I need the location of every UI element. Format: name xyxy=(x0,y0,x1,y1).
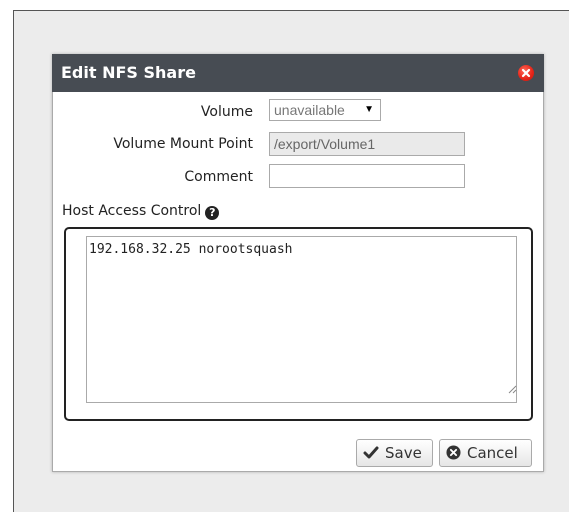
volume-label: Volume xyxy=(200,104,253,120)
comment-field[interactable] xyxy=(269,164,465,188)
host-access-control-label: Host Access Control? xyxy=(62,202,220,220)
edit-nfs-share-dialog: Edit NFS Share Volume unavailable ▼ Volu… xyxy=(52,54,544,472)
volume-select-value: unavailable xyxy=(274,102,345,118)
chevron-down-icon: ▼ xyxy=(364,104,374,115)
question-circle-icon[interactable]: ? xyxy=(205,206,220,220)
close-icon[interactable] xyxy=(518,65,534,81)
host-access-panel: 192.168.32.25 norootsquash xyxy=(64,227,533,421)
mount-point-label: Volume Mount Point xyxy=(113,136,253,152)
save-button-label: Save xyxy=(385,444,422,462)
mount-point-field[interactable]: /export/Volume1 xyxy=(269,132,465,156)
host-access-control-text: Host Access Control xyxy=(62,203,202,219)
resize-handle-icon[interactable] xyxy=(507,384,517,394)
check-icon xyxy=(363,442,379,468)
comment-label: Comment xyxy=(184,169,253,185)
cancel-button-label: Cancel xyxy=(467,444,518,462)
times-circle-icon xyxy=(446,442,461,468)
host-access-textarea[interactable]: 192.168.32.25 norootsquash xyxy=(86,236,517,403)
cancel-button[interactable]: Cancel xyxy=(439,439,532,467)
save-button[interactable]: Save xyxy=(356,439,433,467)
dialog-title: Edit NFS Share xyxy=(61,63,196,82)
dialog-titlebar: Edit NFS Share xyxy=(52,54,544,92)
volume-select[interactable]: unavailable ▼ xyxy=(269,99,381,121)
